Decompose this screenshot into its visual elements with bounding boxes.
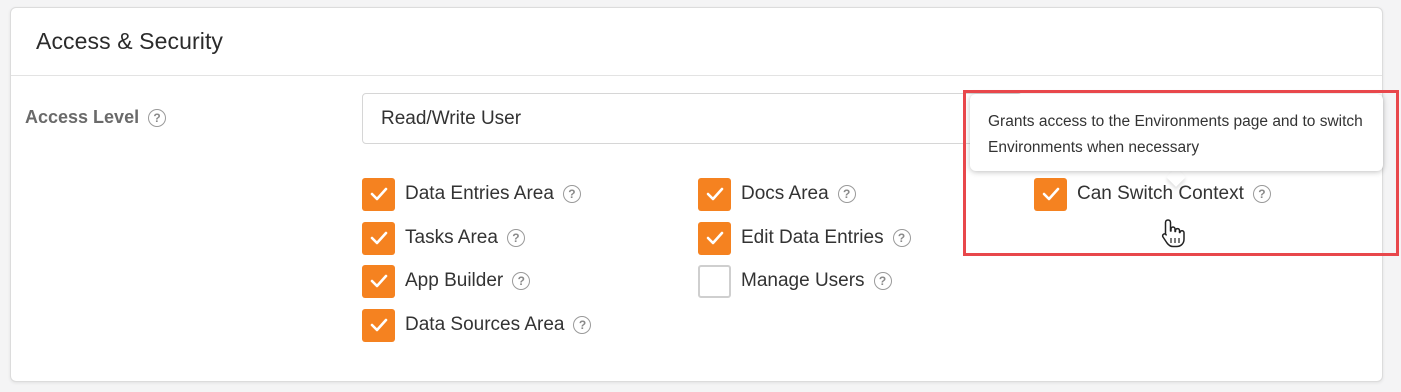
card-title: Access & Security — [36, 28, 224, 54]
checkbox-tasks-area[interactable]: Tasks Area ? — [362, 221, 525, 255]
help-circle-icon[interactable]: ? — [506, 229, 525, 247]
tooltip: Grants access to the Environments page a… — [970, 94, 1383, 171]
checkbox-checked[interactable] — [362, 264, 395, 298]
check-icon — [706, 187, 723, 201]
help-circle-icon[interactable]: ? — [837, 185, 856, 203]
checkbox-unchecked[interactable] — [698, 264, 731, 298]
checkbox-app-builder[interactable]: App Builder ? — [362, 264, 531, 298]
checkbox-can-switch-context[interactable]: Can Switch Context ? — [1034, 177, 1271, 211]
access-level-value: Read/Write User — [381, 107, 522, 129]
checkbox-data-entries-area[interactable]: Data Entries Area ? — [362, 177, 581, 211]
checkbox-checked[interactable] — [1034, 177, 1067, 211]
checkbox-manage-users[interactable]: Manage Users ? — [698, 264, 892, 298]
checkbox-label: Data Entries Area — [405, 183, 554, 204]
help-circle-icon[interactable]: ? — [512, 272, 531, 290]
hand-pointer-icon — [1161, 219, 1185, 248]
checkbox-label: App Builder — [405, 270, 504, 291]
checkbox-label: Tasks Area — [405, 227, 498, 248]
help-circle-icon[interactable]: ? — [148, 108, 167, 127]
checkbox-checked[interactable] — [698, 221, 731, 255]
check-icon — [1042, 187, 1059, 201]
help-circle-icon[interactable]: ? — [562, 185, 581, 203]
checkbox-checked[interactable] — [362, 221, 395, 255]
checkbox-label: Data Sources Area — [405, 314, 565, 335]
check-icon — [370, 318, 387, 332]
access-level-select[interactable]: Read/Write User — [362, 93, 1022, 144]
checkbox-label: Edit Data Entries — [741, 227, 884, 248]
checkbox-data-sources-area[interactable]: Data Sources Area ? — [362, 308, 592, 342]
access-level-label-row: Access Level ? — [25, 107, 167, 128]
help-circle-icon[interactable]: ? — [573, 316, 592, 334]
checkbox-label: Docs Area — [741, 183, 829, 204]
access-level-label: Access Level — [25, 107, 140, 127]
checkbox-label: Manage Users — [741, 270, 865, 291]
checkbox-checked[interactable] — [698, 177, 731, 211]
card-header: Access & Security — [11, 8, 1382, 76]
checkbox-docs-area[interactable]: Docs Area ? — [698, 177, 856, 211]
checkbox-label: Can Switch Context — [1077, 183, 1244, 204]
check-icon — [706, 231, 723, 245]
check-icon — [370, 187, 387, 201]
tooltip-text: Grants access to the Environments page a… — [988, 113, 1363, 156]
checkbox-checked[interactable] — [362, 308, 395, 342]
check-icon — [370, 231, 387, 245]
help-circle-icon[interactable]: ? — [873, 272, 892, 290]
help-circle-icon[interactable]: ? — [1252, 185, 1271, 203]
checkbox-checked[interactable] — [362, 177, 395, 211]
help-circle-icon[interactable]: ? — [892, 229, 911, 247]
check-icon — [370, 274, 387, 288]
checkbox-edit-data-entries[interactable]: Edit Data Entries ? — [698, 221, 911, 255]
